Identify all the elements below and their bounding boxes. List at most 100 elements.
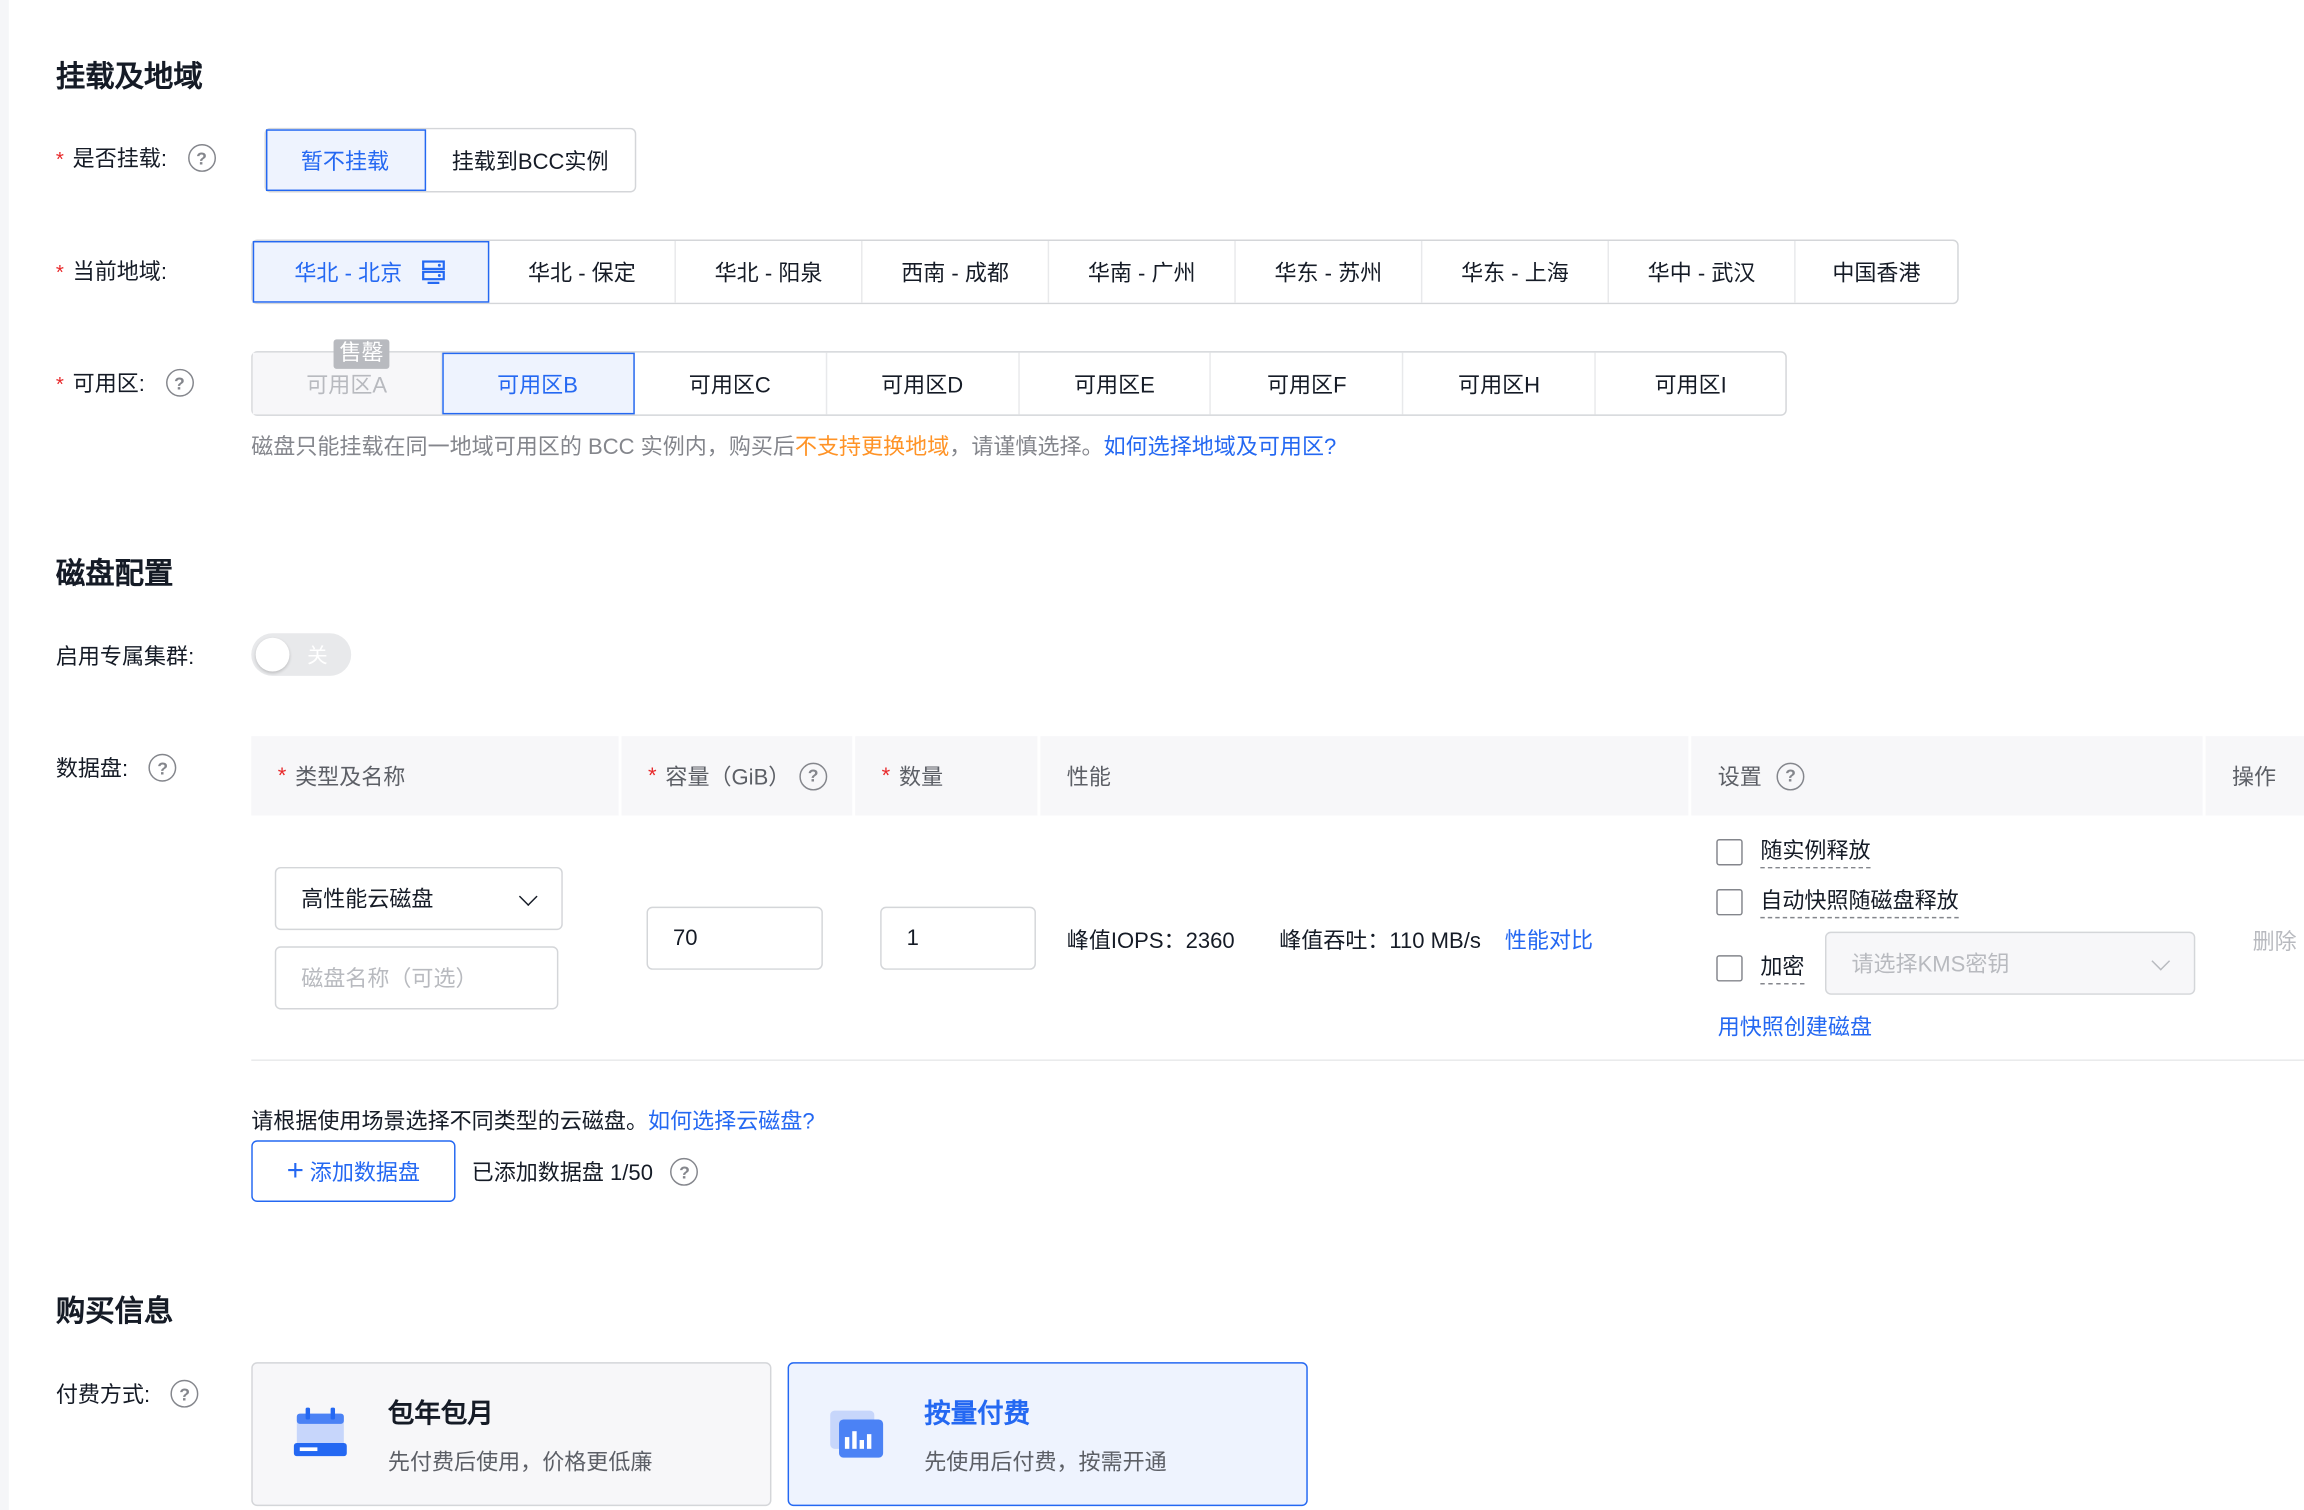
snapshot-release-checkbox[interactable]: 自动快照随磁盘释放 xyxy=(1716,885,1959,919)
data-disk-label: 数据盘: ? xyxy=(56,752,177,783)
region-option-beijing[interactable]: 华北 - 北京 xyxy=(252,240,490,303)
payment-card-title: 包年包月 xyxy=(387,1398,494,1429)
help-icon[interactable]: ? xyxy=(799,761,828,790)
help-icon[interactable]: ? xyxy=(170,1379,199,1408)
zone-option-d[interactable]: 可用区D xyxy=(827,352,1020,415)
disk-guide-link[interactable]: 如何选择云磁盘? xyxy=(648,1109,815,1134)
kms-key-placeholder: 请选择KMS密钥 xyxy=(1851,952,2010,978)
checkbox-box[interactable] xyxy=(1716,954,1743,981)
column-header-actions: 操作 xyxy=(2205,736,2304,816)
payment-card-prepaid[interactable]: 包年包月 先付费后使用，价格更低廉 xyxy=(251,1362,772,1507)
disk-name-placeholder: 磁盘名称（可选） xyxy=(301,966,478,992)
checkbox-box[interactable] xyxy=(1716,888,1743,915)
region-option-hongkong[interactable]: 中国香港 xyxy=(1796,241,1958,303)
payment-card-title: 按量付费 xyxy=(924,1398,1031,1429)
payment-card-desc: 先使用后付费，按需开通 xyxy=(924,1450,1167,1476)
zone-selector: 可用区A 可用区B 可用区C 可用区D 可用区E 可用区F 可用区H 可用区I xyxy=(251,351,1787,416)
disk-type-hint: 请根据使用场景选择不同类型的云磁盘。如何选择云磁盘? xyxy=(251,1105,814,1136)
help-icon[interactable]: ? xyxy=(670,1157,699,1186)
help-icon[interactable]: ? xyxy=(1776,761,1805,790)
capacity-input[interactable]: 70 xyxy=(646,906,823,970)
header-text: 容量（GiB） xyxy=(665,764,791,790)
mount-label-text: 是否挂载: xyxy=(72,146,167,172)
create-from-snapshot-link[interactable]: 用快照创建磁盘 xyxy=(1718,1011,1872,1042)
zone-option-c[interactable]: 可用区C xyxy=(634,352,827,415)
zone-label: * 可用区: ? xyxy=(56,367,194,398)
required-mark: * xyxy=(55,371,64,395)
add-data-disk-label: 添加数据盘 xyxy=(309,1160,421,1186)
region-option-guangzhou[interactable]: 华南 - 广州 xyxy=(1049,240,1236,303)
mount-option-none[interactable]: 暂不挂载 xyxy=(265,129,426,192)
performance-compare-link[interactable]: 性能对比 xyxy=(1505,929,1593,954)
zone-option-h[interactable]: 可用区H xyxy=(1404,352,1596,415)
column-header-type-name: * 类型及名称 xyxy=(251,736,619,816)
required-mark: * xyxy=(55,259,64,283)
mount-option-bcc[interactable]: 挂载到BCC实例 xyxy=(425,129,634,191)
plus-icon: + xyxy=(286,1154,304,1188)
required-mark: * xyxy=(881,763,891,789)
delete-disk-button: 删除 xyxy=(2252,930,2297,956)
column-header-quantity: * 数量 xyxy=(855,736,1038,816)
checkbox-label: 随实例释放 xyxy=(1760,835,1871,869)
payment-card-postpaid[interactable]: 按量付费 先使用后付费，按需开通 xyxy=(787,1362,1308,1507)
section-title-purchase: 购买信息 xyxy=(55,1296,174,1329)
region-option-baoding[interactable]: 华北 - 保定 xyxy=(489,240,676,303)
region-label-text: 当前地域: xyxy=(72,260,167,286)
row-divider xyxy=(251,1059,2304,1061)
region-selector: 华北 - 北京 华北 - 保定 华北 - 阳泉 西南 - 成都 华南 - 广州 … xyxy=(251,239,1959,305)
zone-label-text: 可用区: xyxy=(72,371,145,397)
header-text: 类型及名称 xyxy=(295,764,406,790)
disk-name-input[interactable]: 磁盘名称（可选） xyxy=(274,946,559,1010)
help-icon[interactable]: ? xyxy=(187,144,216,172)
encrypt-checkbox[interactable]: 加密 xyxy=(1716,951,1805,985)
capacity-value: 70 xyxy=(672,925,698,951)
chevron-down-icon xyxy=(518,886,538,906)
zone-option-e[interactable]: 可用区E xyxy=(1019,352,1212,415)
column-header-settings: 设置 ? xyxy=(1691,736,2203,816)
checkbox-box[interactable] xyxy=(1716,838,1743,865)
region-option-shanghai[interactable]: 华东 - 上海 xyxy=(1422,240,1609,303)
help-icon[interactable]: ? xyxy=(148,753,177,782)
disk-type-hint-text: 请根据使用场景选择不同类型的云磁盘。 xyxy=(251,1109,649,1135)
zone-hint-warning: 不支持更换地域 xyxy=(794,434,950,460)
section-title-disk-config: 磁盘配置 xyxy=(55,558,174,591)
region-option-suzhou[interactable]: 华东 - 苏州 xyxy=(1236,240,1423,303)
required-mark: * xyxy=(648,763,657,789)
zone-hint: 磁盘只能挂载在同一地域可用区的 BCC 实例内，购买后不支持更换地域，请谨慎选择… xyxy=(251,431,1336,462)
region-option-label: 华北 - 北京 xyxy=(294,260,403,286)
header-text: 设置 xyxy=(1717,764,1762,790)
region-option-yangquan[interactable]: 华北 - 阳泉 xyxy=(676,240,863,303)
kms-key-select: 请选择KMS密钥 xyxy=(1824,931,2196,995)
section-title-mount-region: 挂载及地域 xyxy=(55,61,203,95)
zone-guide-link[interactable]: 如何选择地域及可用区? xyxy=(1104,435,1337,460)
quantity-value: 1 xyxy=(906,925,919,951)
zone-hint-part1: 磁盘只能挂载在同一地域可用区的 BCC 实例内，购买后 xyxy=(251,434,795,460)
release-with-instance-checkbox[interactable]: 随实例释放 xyxy=(1716,835,1871,869)
zone-option-i[interactable]: 可用区I xyxy=(1596,353,1785,415)
dedicated-cluster-toggle[interactable]: 关 xyxy=(251,633,352,676)
zone-hint-part2: ，请谨慎选择。 xyxy=(949,434,1104,460)
region-option-chengdu[interactable]: 西南 - 成都 xyxy=(863,240,1050,303)
performance-info: 峰值IOPS：2360 峰值吞吐：110 MB/s 性能对比 xyxy=(1067,924,1593,955)
payment-label: 付费方式: ? xyxy=(56,1378,199,1409)
dedicated-cluster-label: 启用专属集群: xyxy=(55,645,195,671)
quantity-input[interactable]: 1 xyxy=(880,906,1036,970)
required-mark: * xyxy=(277,763,287,789)
add-data-disk-button[interactable]: + 添加数据盘 xyxy=(251,1140,456,1202)
mount-selector: 暂不挂载 挂载到BCC实例 xyxy=(264,127,637,193)
disk-type-select[interactable]: 高性能云磁盘 xyxy=(274,866,563,931)
header-text: 操作 xyxy=(2232,764,2277,790)
peak-iops: 峰值IOPS：2360 xyxy=(1066,928,1235,954)
column-header-performance: 性能 xyxy=(1040,736,1689,816)
soldout-badge: 售罄 xyxy=(333,339,390,369)
help-icon[interactable]: ? xyxy=(165,368,194,397)
region-option-wuhan[interactable]: 华中 - 武汉 xyxy=(1609,240,1796,303)
toggle-text: 关 xyxy=(307,643,328,668)
data-disk-label-text: 数据盘: xyxy=(55,756,129,782)
zone-option-f[interactable]: 可用区F xyxy=(1211,352,1404,415)
checkbox-label: 自动快照随磁盘释放 xyxy=(1760,885,1959,919)
zone-option-b[interactable]: 可用区B xyxy=(442,352,635,415)
payment-label-text: 付费方式: xyxy=(55,1382,151,1408)
required-mark: * xyxy=(55,146,64,170)
left-edge xyxy=(0,0,9,1510)
